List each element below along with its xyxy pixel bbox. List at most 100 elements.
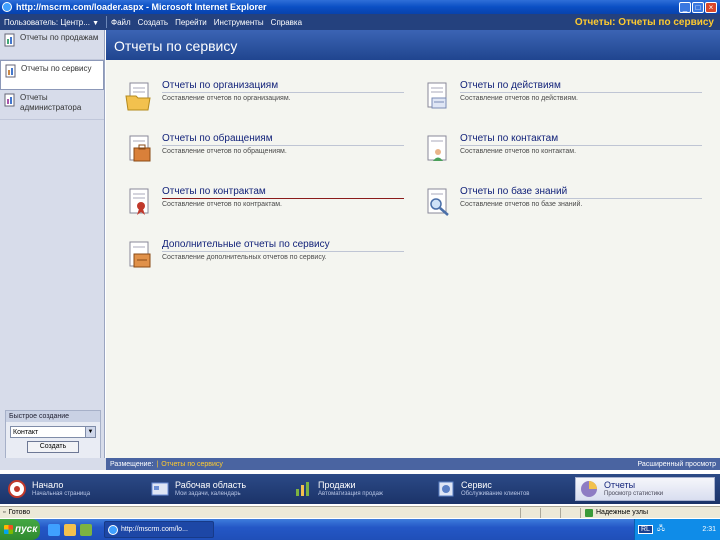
report-link-additional[interactable]: Дополнительные отчеты по сервису Составл… bbox=[124, 239, 404, 271]
module-title: Отчеты bbox=[604, 480, 636, 490]
status-text: Готово bbox=[8, 509, 31, 516]
module-sub: Начальная страница bbox=[32, 491, 91, 497]
quick-create-button[interactable]: Создать bbox=[27, 441, 79, 453]
advanced-view-link[interactable]: Расширенный просмотр bbox=[638, 461, 717, 468]
nav-item-service-reports[interactable]: Отчеты по сервису bbox=[0, 60, 104, 90]
report-desc: Составление отчетов по базе знаний. bbox=[460, 201, 583, 208]
case-report-icon bbox=[129, 135, 151, 162]
user-menu[interactable]: Пользователь: Центр... ▼ bbox=[0, 18, 106, 27]
app-menu-bar: Пользователь: Центр... ▼ Файл Создать Пе… bbox=[0, 14, 720, 30]
ie-logo-icon bbox=[108, 524, 118, 535]
folder-quicklaunch-icon[interactable] bbox=[64, 523, 76, 536]
folder-report-icon bbox=[125, 82, 151, 111]
quick-create-selected: Контакт bbox=[13, 428, 39, 436]
quick-create-select[interactable]: Контакт ▼ bbox=[10, 426, 96, 438]
module-service[interactable]: Сервис Обслуживание клиентов bbox=[432, 477, 572, 501]
status-cell bbox=[560, 507, 580, 518]
menu-file[interactable]: Файл bbox=[111, 18, 131, 27]
menu-help[interactable]: Справка bbox=[271, 18, 302, 27]
quick-launch bbox=[48, 523, 92, 536]
location-separator: | bbox=[156, 460, 159, 468]
security-zone: Надежные узлы bbox=[580, 507, 720, 518]
module-sub: Просмотр статистики bbox=[604, 491, 664, 497]
close-button[interactable]: × bbox=[705, 1, 717, 13]
report-title[interactable]: Дополнительные отчеты по сервису bbox=[162, 239, 404, 252]
contract-report-icon bbox=[129, 188, 149, 215]
language-indicator[interactable]: RL bbox=[638, 525, 653, 534]
report-link-contacts[interactable]: Отчеты по контактам Составление отчетов … bbox=[422, 133, 702, 165]
module-bar: Начало Начальная страница Рабочая область… bbox=[0, 474, 720, 504]
clock: 2:31 bbox=[702, 526, 716, 533]
nav-item-admin-reports[interactable]: Отчеты администратора bbox=[0, 90, 104, 120]
start-label: пуск bbox=[15, 524, 38, 535]
report-icon bbox=[3, 93, 17, 107]
report-title[interactable]: Отчеты по организациям bbox=[162, 80, 404, 93]
contact-report-icon bbox=[427, 135, 447, 161]
location-bar: Размещение: | Отчеты по сервису Расширен… bbox=[106, 458, 720, 470]
quick-create-title: Быстрое создание bbox=[6, 411, 100, 422]
main-menu: Файл Создать Перейти Инструменты Справка bbox=[111, 18, 575, 27]
user-label: Пользователь: Центр... bbox=[4, 17, 90, 27]
report-desc: Составление отчетов по организациям. bbox=[162, 95, 291, 102]
location-label: Размещение: bbox=[110, 460, 154, 468]
report-desc: Составление отчетов по контактам. bbox=[460, 148, 577, 155]
report-link-knowledge-base[interactable]: Отчеты по базе знаний Составление отчето… bbox=[422, 186, 702, 218]
workplace-icon bbox=[151, 482, 169, 496]
main-panel: Отчеты по сервису Отчеты по организациям… bbox=[106, 30, 720, 458]
start-button[interactable]: пуск bbox=[0, 519, 40, 540]
report-link-activities[interactable]: Отчеты по действиям Составление отчетов … bbox=[422, 80, 702, 112]
report-title[interactable]: Отчеты по контактам bbox=[460, 133, 702, 146]
module-home[interactable]: Начало Начальная страница bbox=[3, 477, 143, 501]
window-title: http://mscrm.com/loader.aspx - Microsoft… bbox=[16, 2, 267, 12]
status-cell bbox=[520, 507, 540, 518]
page-title: Отчеты по сервису bbox=[106, 30, 720, 60]
menu-tools[interactable]: Инструменты bbox=[214, 18, 264, 27]
report-icon bbox=[4, 64, 18, 78]
taskbar-task-ie[interactable]: http://mscrm.com/lo... bbox=[104, 521, 214, 538]
menu-go[interactable]: Перейти bbox=[175, 18, 207, 27]
ie-logo-icon bbox=[2, 2, 12, 12]
taskbar: пуск http://mscrm.com/lo... RL 🖧 2:31 bbox=[0, 519, 720, 540]
windows-logo-icon bbox=[4, 525, 13, 534]
report-icon bbox=[3, 33, 17, 47]
location-value[interactable]: Отчеты по сервису bbox=[161, 461, 223, 468]
window-title-bar: http://mscrm.com/loader.aspx - Microsoft… bbox=[0, 0, 720, 14]
pie-chart-icon bbox=[581, 481, 597, 497]
chevron-down-icon[interactable]: ▼ bbox=[85, 427, 95, 437]
quick-create-panel: Быстрое создание Контакт ▼ Создать bbox=[5, 410, 101, 462]
maximize-button[interactable]: □ bbox=[692, 1, 704, 13]
nav-item-label: Отчеты администратора bbox=[20, 93, 82, 112]
network-icon[interactable]: 🖧 bbox=[657, 524, 665, 535]
additional-report-icon bbox=[129, 241, 151, 268]
chevron-down-icon: ▼ bbox=[92, 19, 100, 27]
nav-item-label: Отчеты по продажам bbox=[20, 33, 99, 42]
menu-create[interactable]: Создать bbox=[138, 18, 168, 27]
report-desc: Составление отчетов по контрактам. bbox=[162, 201, 282, 208]
module-title: Продажи bbox=[318, 480, 356, 490]
section-title: Отчеты: Отчеты по сервису bbox=[574, 16, 714, 28]
nav-item-label: Отчеты по сервису bbox=[21, 64, 92, 73]
report-title[interactable]: Отчеты по действиям bbox=[460, 80, 702, 93]
left-strip bbox=[0, 458, 106, 470]
module-reports[interactable]: Отчеты Просмотр статистики bbox=[575, 477, 715, 501]
module-sales[interactable]: Продажи Автоматизация продаж bbox=[289, 477, 429, 501]
service-icon bbox=[438, 481, 454, 497]
status-cell bbox=[540, 507, 560, 518]
report-title[interactable]: Отчеты по контрактам bbox=[162, 186, 404, 199]
module-workplace[interactable]: Рабочая область Мои задачи, календарь bbox=[146, 477, 286, 501]
report-link-contracts[interactable]: Отчеты по контрактам Составление отчетов… bbox=[124, 186, 404, 218]
browser-status-bar: ▫ Готово Надежные узлы bbox=[0, 506, 720, 518]
report-title[interactable]: Отчеты по обращениям bbox=[162, 133, 404, 146]
nav-item-sales-reports[interactable]: Отчеты по продажам bbox=[0, 30, 104, 60]
activity-report-icon bbox=[427, 82, 447, 109]
media-quicklaunch-icon[interactable] bbox=[80, 523, 92, 536]
ie-quicklaunch-icon[interactable] bbox=[48, 523, 60, 536]
minimize-button[interactable]: _ bbox=[679, 1, 691, 13]
module-sub: Автоматизация продаж bbox=[318, 491, 383, 497]
report-link-organizations[interactable]: Отчеты по организациям Составление отчет… bbox=[124, 80, 404, 112]
module-title: Сервис bbox=[461, 480, 492, 490]
trusted-zone-icon bbox=[585, 508, 593, 517]
page-icon: ▫ bbox=[3, 509, 6, 516]
report-link-cases[interactable]: Отчеты по обращениям Составление отчетов… bbox=[124, 133, 404, 165]
report-title[interactable]: Отчеты по базе знаний bbox=[460, 186, 702, 199]
